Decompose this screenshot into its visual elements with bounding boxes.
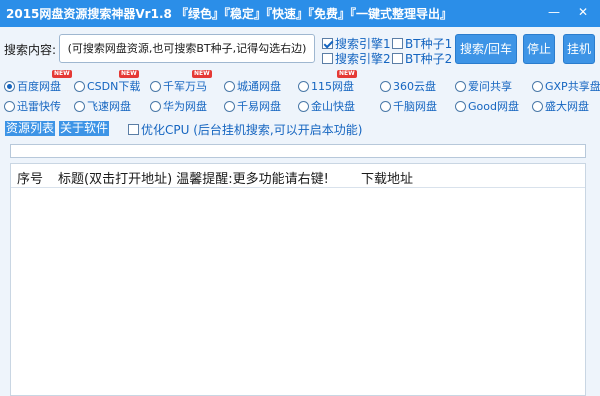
column-header-title[interactable]: 标题(双击打开地址) 温馨提醒:更多功能请右键! xyxy=(58,168,329,187)
source-label: GXP共享盘 xyxy=(545,80,600,93)
bt-2-label: BT种子2 xyxy=(405,52,453,66)
source-gxp-radio[interactable]: GXP共享盘 xyxy=(532,78,600,94)
stop-button[interactable]: 停止 xyxy=(523,34,555,64)
source-label: Good网盘 xyxy=(468,100,519,113)
source-label: 千易网盘 xyxy=(237,100,281,113)
window-title: 2015网盘资源搜索神器Vr1.8 『绿色』『稳定』『快速』『免费』『一键式整理… xyxy=(6,7,453,21)
source-chengtong-radio[interactable]: 城通网盘 xyxy=(224,78,281,94)
source-label: 飞速网盘 xyxy=(87,100,131,113)
tab-about[interactable]: 关于软件 xyxy=(59,121,110,136)
radio-dot-icon xyxy=(224,81,235,92)
progress-bar xyxy=(10,144,586,158)
results-table[interactable]: 序号 标题(双击打开地址) 温馨提醒:更多功能请右键! 下载地址 xyxy=(10,163,586,396)
table-header: 序号 标题(双击打开地址) 温馨提醒:更多功能请右键! 下载地址 xyxy=(11,164,585,188)
radio-dot-icon xyxy=(455,101,466,112)
source-label: 千脑网盘 xyxy=(393,100,437,113)
radio-dot-icon xyxy=(455,81,466,92)
search-button[interactable]: 搜索/回车 xyxy=(455,34,517,64)
engine-2-check-icon xyxy=(322,53,333,64)
radio-dot-icon xyxy=(532,101,543,112)
radio-dot-icon xyxy=(224,101,235,112)
source-csdn-radio[interactable]: CSDN下载 xyxy=(74,78,140,94)
engine-2-checkbox[interactable]: 搜索引擎2 xyxy=(322,50,391,67)
source-huawei-radio[interactable]: 华为网盘 xyxy=(150,98,207,114)
source-shengda-radio[interactable]: 盛大网盘 xyxy=(532,98,589,114)
radio-dot-icon xyxy=(150,101,161,112)
source-label: 盛大网盘 xyxy=(545,100,589,113)
new-badge: NEW xyxy=(119,70,139,78)
radio-dot-icon xyxy=(74,81,85,92)
optimize-cpu-checkbox[interactable]: 优化CPU (后台挂机搜索,可以开启本功能) xyxy=(128,121,362,138)
source-115-radio[interactable]: 115网盘 xyxy=(298,78,354,94)
source-label: 城通网盘 xyxy=(237,80,281,93)
source-qiannao-radio[interactable]: 千脑网盘 xyxy=(380,98,437,114)
bt-1-label: BT种子1 xyxy=(405,37,453,51)
source-label: 360云盘 xyxy=(393,80,436,93)
radio-dot-icon xyxy=(4,81,15,92)
source-label: 华为网盘 xyxy=(163,100,207,113)
bt-2-check-icon xyxy=(392,53,403,64)
source-qianjun-radio[interactable]: 千军万马 xyxy=(150,78,207,94)
hang-button[interactable]: 挂机 xyxy=(563,34,595,64)
radio-dot-icon xyxy=(380,101,391,112)
minimize-icon[interactable]: — xyxy=(545,3,563,21)
radio-dot-icon xyxy=(298,101,309,112)
source-label: CSDN下载 xyxy=(87,80,141,93)
engine-2-label: 搜索引擎2 xyxy=(335,52,391,66)
close-icon[interactable]: ✕ xyxy=(574,3,592,21)
engine-1-check-icon xyxy=(322,38,333,49)
radio-dot-icon xyxy=(4,101,15,112)
engine-1-label: 搜索引擎1 xyxy=(335,37,391,51)
source-baidu-radio[interactable]: 百度网盘 xyxy=(4,78,61,94)
new-badge: NEW xyxy=(52,70,72,78)
source-label: 千军万马 xyxy=(163,80,207,93)
bt-1-check-icon xyxy=(392,38,403,49)
source-jinshan-radio[interactable]: 金山快盘 xyxy=(298,98,355,114)
radio-dot-icon xyxy=(380,81,391,92)
source-feisu-radio[interactable]: 飞速网盘 xyxy=(74,98,131,114)
source-label: 115网盘 xyxy=(311,80,354,93)
radio-dot-icon xyxy=(298,81,309,92)
search-input[interactable] xyxy=(59,34,315,63)
source-qianyi-radio[interactable]: 千易网盘 xyxy=(224,98,281,114)
source-good-radio[interactable]: Good网盘 xyxy=(455,98,519,114)
radio-dot-icon xyxy=(150,81,161,92)
source-label: 金山快盘 xyxy=(311,100,355,113)
source-iask-radio[interactable]: 爱问共享 xyxy=(455,78,512,94)
radio-dot-icon xyxy=(74,101,85,112)
source-xunlei-radio[interactable]: 迅雷快传 xyxy=(4,98,61,114)
tab-resources[interactable]: 资源列表 xyxy=(5,121,56,136)
column-header-index[interactable]: 序号 xyxy=(17,168,43,187)
source-label: 迅雷快传 xyxy=(17,100,61,113)
bt-2-checkbox[interactable]: BT种子2 xyxy=(392,50,452,67)
optimize-label: 优化CPU (后台挂机搜索,可以开启本功能) xyxy=(141,123,363,137)
source-label: 爱问共享 xyxy=(468,80,512,93)
column-header-url[interactable]: 下载地址 xyxy=(361,168,413,187)
new-badge: NEW xyxy=(337,70,357,78)
radio-dot-icon xyxy=(532,81,543,92)
title-bar: 2015网盘资源搜索神器Vr1.8 『绿色』『稳定』『快速』『免费』『一键式整理… xyxy=(0,0,600,27)
source-360-radio[interactable]: 360云盘 xyxy=(380,78,436,94)
source-label: 百度网盘 xyxy=(17,80,61,93)
optimize-check-icon xyxy=(128,124,139,135)
search-label: 搜索内容: xyxy=(4,43,57,57)
new-badge: NEW xyxy=(192,70,212,78)
